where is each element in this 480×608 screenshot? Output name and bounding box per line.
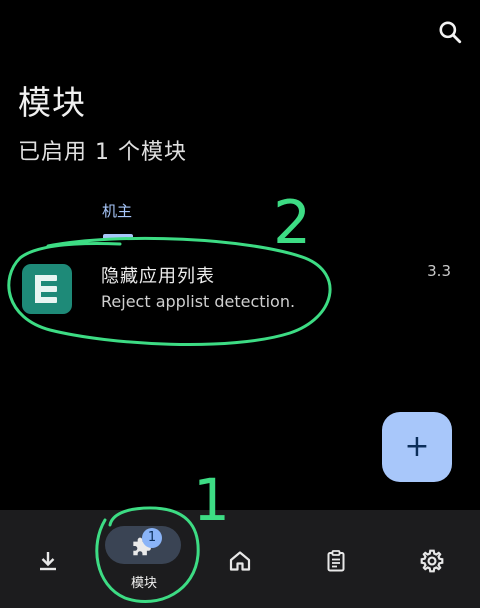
clipboard-icon xyxy=(316,541,356,581)
module-list-item[interactable]: 隐藏应用列表 Reject applist detection. 3.3 xyxy=(0,250,480,330)
search-button[interactable] xyxy=(432,14,468,50)
nav-item-home[interactable] xyxy=(192,510,288,608)
gear-icon xyxy=(412,541,452,581)
add-module-button[interactable]: + xyxy=(382,412,452,482)
enabled-count-subtitle: 已启用 1 个模块 xyxy=(18,140,187,165)
bottom-navigation: 模块 xyxy=(0,510,480,608)
module-name: 隐藏应用列表 xyxy=(101,266,215,287)
tab-owner[interactable]: 机主 xyxy=(86,194,148,240)
hide-my-applist-icon xyxy=(22,264,72,314)
home-icon xyxy=(220,541,260,581)
download-icon xyxy=(28,541,68,581)
module-count-badge: 1 xyxy=(142,528,162,548)
nav-modules-label: 模块 xyxy=(130,576,157,591)
nav-item-settings[interactable] xyxy=(384,510,480,608)
module-version: 3.3 xyxy=(427,262,451,280)
annotation-number-2: 2 xyxy=(273,188,311,258)
nav-item-download[interactable] xyxy=(0,510,96,608)
page-title: 模块 xyxy=(18,83,86,122)
search-icon xyxy=(439,21,462,44)
tab-indicator xyxy=(103,234,133,238)
nav-item-logs[interactable] xyxy=(288,510,384,608)
tab-owner-label: 机主 xyxy=(101,202,132,220)
module-description: Reject applist detection. xyxy=(101,292,296,311)
add-icon: + xyxy=(404,429,430,464)
